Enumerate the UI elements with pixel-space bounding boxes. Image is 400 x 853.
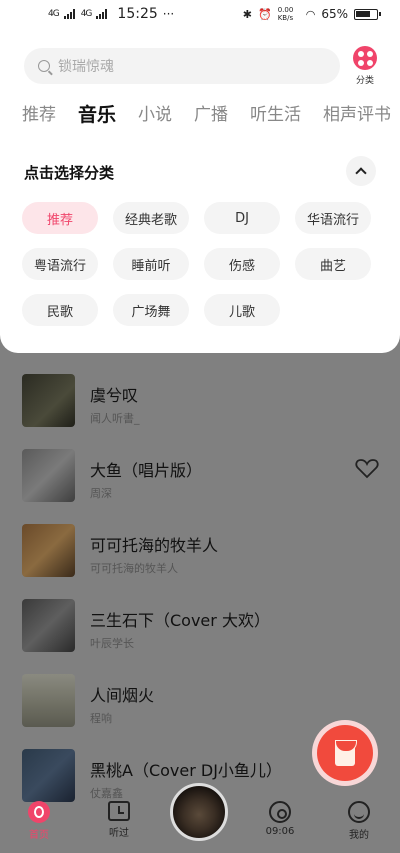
red-envelope-icon <box>317 725 373 781</box>
song-title: 黑桃A（Cover DJ小鱼儿） <box>90 761 282 780</box>
nav-history[interactable]: 听过 <box>94 801 144 839</box>
now-playing-disc[interactable] <box>170 783 228 841</box>
search-icon <box>38 60 50 72</box>
nav-history-label: 听过 <box>109 828 129 839</box>
chip-dj[interactable]: DJ <box>204 202 280 234</box>
red-envelope-button[interactable] <box>312 720 378 786</box>
album-cover <box>22 524 75 577</box>
signal-bars-icon <box>63 9 76 19</box>
collapse-button[interactable] <box>346 156 376 186</box>
signal-label-2: 4G <box>80 9 93 19</box>
net-speed: 0.00 KB/s <box>277 6 294 22</box>
list-item[interactable]: 大鱼（唱片版） 周深 <box>0 449 400 519</box>
tab-crosstalk[interactable]: 相声评书 <box>323 100 391 132</box>
song-title: 可可托海的牧羊人 <box>90 536 219 555</box>
profile-icon <box>348 801 370 823</box>
chip-kids[interactable]: 儿歌 <box>204 294 280 326</box>
song-title: 三生石下（Cover 大欢） <box>90 611 270 630</box>
list-item[interactable]: 三生石下（Cover 大欢） 叶辰学长 <box>0 599 400 669</box>
nav-home[interactable]: 首页 <box>14 801 64 841</box>
chip-square-dance[interactable]: 广场舞 <box>113 294 189 326</box>
tab-recommend[interactable]: 推荐 <box>22 100 56 132</box>
heart-icon[interactable] <box>355 457 379 479</box>
chip-mandopop[interactable]: 华语流行 <box>295 202 371 234</box>
wifi-icon: ◠ <box>305 7 316 21</box>
tab-novel[interactable]: 小说 <box>138 100 172 132</box>
tab-music[interactable]: 音乐 <box>78 100 116 132</box>
category-chips: 推荐 经典老歌 DJ 华语流行 粤语流行 睡前听 伤感 曲艺 民歌 广场舞 儿歌 <box>22 202 382 326</box>
nav-profile-label: 我的 <box>349 830 369 841</box>
tab-radio[interactable]: 广播 <box>194 100 228 132</box>
album-cover <box>22 449 75 502</box>
signal-label-1: 4G <box>48 9 60 19</box>
bluetooth-icon: ✱ <box>242 7 253 21</box>
top-panel: 锁瑞惊魂 分类 推荐 音乐 小说 广播 听生活 相声评书 点击选择分类 推荐 经… <box>0 28 400 353</box>
chip-sad[interactable]: 伤感 <box>204 248 280 280</box>
song-artist: 周深 <box>90 487 112 500</box>
chip-bedtime[interactable]: 睡前听 <box>113 248 189 280</box>
album-cover <box>22 674 75 727</box>
chip-classic-oldies[interactable]: 经典老歌 <box>113 202 189 234</box>
chip-folk-arts[interactable]: 曲艺 <box>295 248 371 280</box>
song-artist: 闻人听書_ <box>90 412 140 425</box>
song-title: 人间烟火 <box>90 686 155 705</box>
album-cover <box>22 374 75 427</box>
clock-time: 15:25 <box>117 6 158 22</box>
disc-icon <box>269 801 291 823</box>
song-artist: 叶辰学长 <box>90 637 134 650</box>
alarm-icon: ⏰ <box>258 7 272 21</box>
chip-cantopop[interactable]: 粤语流行 <box>22 248 98 280</box>
tab-bar: 推荐 音乐 小说 广播 听生活 相声评书 <box>22 100 400 132</box>
nav-timer[interactable]: 09:06 <box>255 801 305 837</box>
home-icon <box>28 801 50 823</box>
album-cover <box>22 599 75 652</box>
battery-percent: 65% <box>321 7 348 21</box>
nav-home-label: 首页 <box>29 830 49 841</box>
nav-profile[interactable]: 我的 <box>334 801 384 841</box>
grid-icon <box>353 46 377 70</box>
list-item[interactable]: 虞兮叹 闻人听書_ <box>0 374 400 444</box>
song-artist: 程响 <box>90 712 112 725</box>
signal-bars-icon-2 <box>96 9 108 19</box>
chevron-up-icon <box>355 167 367 179</box>
song-artist: 可可托海的牧羊人 <box>90 562 178 575</box>
song-title: 大鱼（唱片版） <box>90 461 203 480</box>
search-placeholder: 锁瑞惊魂 <box>58 59 114 75</box>
history-icon <box>108 801 130 821</box>
battery-icon <box>354 8 381 20</box>
chip-recommend[interactable]: 推荐 <box>22 202 98 234</box>
more-dots: ··· <box>162 7 175 21</box>
list-item[interactable]: 可可托海的牧羊人 可可托海的牧羊人 <box>0 524 400 594</box>
category-panel-title: 点击选择分类 <box>24 164 115 182</box>
chip-folk-songs[interactable]: 民歌 <box>22 294 98 326</box>
category-button-label: 分类 <box>355 76 374 86</box>
song-title: 虞兮叹 <box>90 386 139 405</box>
tab-life[interactable]: 听生活 <box>250 100 301 132</box>
status-bar: 4G 4G 15:25 ··· ✱ ⏰ 0.00 KB/s ◠ 65% <box>0 0 400 28</box>
search-bar[interactable]: 锁瑞惊魂 <box>24 48 340 84</box>
category-button[interactable]: 分类 <box>350 46 380 86</box>
nav-timer-label: 09:06 <box>265 826 295 837</box>
